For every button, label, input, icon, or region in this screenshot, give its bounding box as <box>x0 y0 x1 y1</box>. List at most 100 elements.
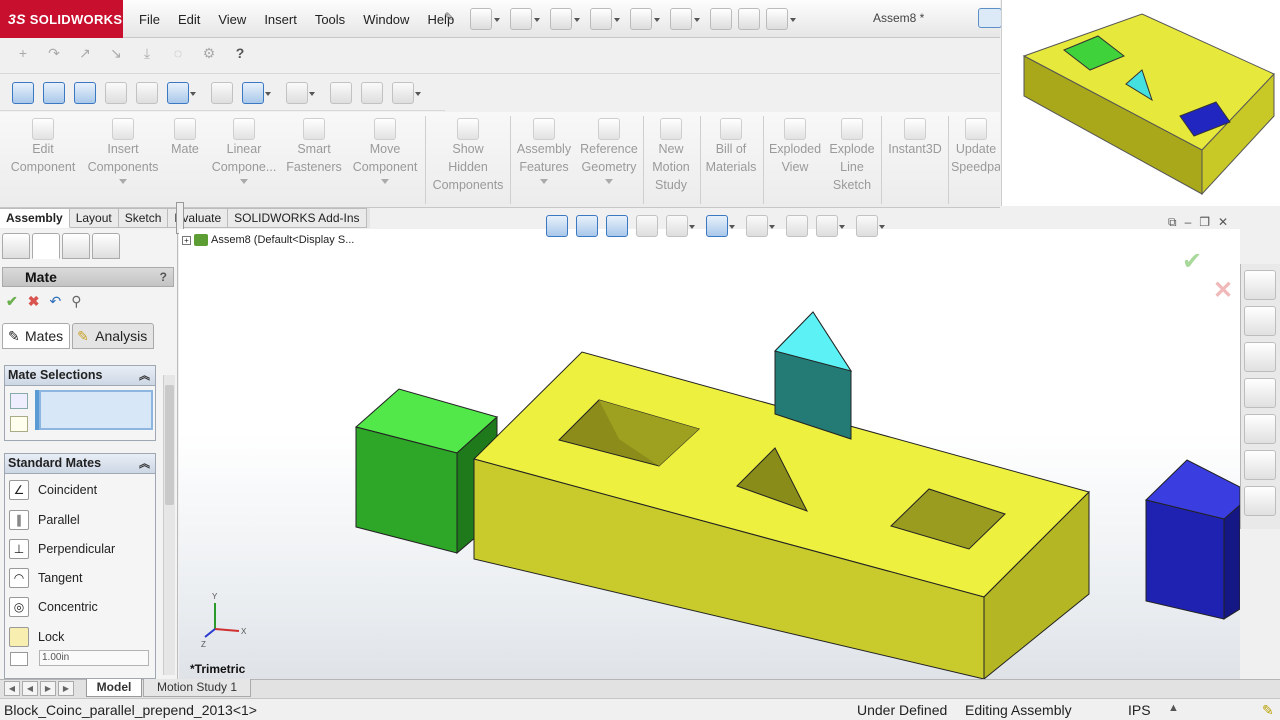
save-icon[interactable] <box>550 8 580 30</box>
feature-tree-flyout[interactable]: + Assem8 (Default<Display S... <box>182 234 354 246</box>
multiple-mate-icon[interactable] <box>10 416 28 432</box>
appearances-icon[interactable] <box>1244 414 1276 444</box>
prev-tab-icon[interactable]: ◀ <box>22 681 38 696</box>
assembly-features-button[interactable]: Assembly Features <box>512 118 576 204</box>
tab-addins[interactable]: SOLIDWORKS Add-Ins <box>228 208 367 228</box>
scrollbar-thumb[interactable] <box>165 385 174 505</box>
units-chevron-icon[interactable]: ▲ <box>1168 702 1179 714</box>
reference-geometry-button[interactable]: Reference Geometry <box>578 118 640 204</box>
display-manager-tab-icon[interactable] <box>92 233 120 259</box>
zoom-to-fit-icon[interactable] <box>12 81 34 104</box>
chevron-down-icon[interactable] <box>240 179 248 188</box>
folder-icon[interactable] <box>1244 342 1276 372</box>
previous-view-icon[interactable] <box>74 81 96 104</box>
instant3d-button[interactable]: Instant3D <box>884 118 946 204</box>
cancel-x-icon[interactable]: ✕ <box>1213 276 1233 305</box>
view-orientation-icon[interactable] <box>167 81 196 104</box>
linear-pattern-button[interactable]: Linear Compone... <box>208 118 280 204</box>
search-help-icon[interactable] <box>978 8 1002 28</box>
status-units[interactable]: IPS <box>1128 702 1151 718</box>
mate-coincident[interactable]: ∠ Coincident <box>9 478 97 502</box>
menu-edit[interactable]: Edit <box>169 12 209 27</box>
help-icon[interactable]: ? <box>160 268 167 286</box>
mate-concentric[interactable]: ◎ Concentric <box>9 595 98 619</box>
feature-manager-tab-icon[interactable] <box>2 233 30 259</box>
smart-fasteners-button[interactable]: Smart Fasteners <box>284 118 344 204</box>
graphics-area[interactable]: Y X Z <box>179 229 1240 679</box>
pushpin-icon[interactable]: ⚲ <box>71 293 81 310</box>
options-icon[interactable] <box>766 8 796 30</box>
dynamic-annotation-icon[interactable] <box>136 81 158 104</box>
custom-properties-icon[interactable] <box>1244 450 1276 480</box>
circle-tool-icon[interactable]: ◌ <box>167 45 189 67</box>
undo-icon[interactable]: ↶ <box>49 293 61 310</box>
tab-mates[interactable]: ✎ Mates <box>2 323 71 349</box>
home-icon[interactable] <box>1244 270 1276 300</box>
display-style-icon[interactable] <box>706 215 735 237</box>
zoom-to-fit-icon[interactable] <box>546 215 568 237</box>
rebuild-status-icon[interactable]: ✎ <box>1262 702 1274 719</box>
minimize-icon[interactable]: – <box>1185 215 1192 230</box>
select-icon[interactable] <box>670 8 700 30</box>
tile-icon[interactable]: ⧉ <box>1168 215 1177 230</box>
hide-show-icon[interactable] <box>286 81 315 104</box>
cancel-x-icon[interactable]: ✖ <box>28 293 40 310</box>
open-icon[interactable] <box>510 8 540 30</box>
tab-analysis[interactable]: ✎ Analysis <box>72 323 155 349</box>
view-orientation-icon[interactable] <box>666 215 695 237</box>
mate-lock[interactable]: Lock <box>9 625 64 649</box>
assembly-model[interactable]: Y X Z <box>179 229 1240 679</box>
mate-perpendicular[interactable]: ⊥ Perpendicular <box>9 537 115 561</box>
tab-model[interactable]: Model <box>86 679 142 697</box>
pin-icon[interactable]: ✎ <box>444 10 458 26</box>
new-document-icon[interactable] <box>470 8 500 30</box>
menu-tools[interactable]: Tools <box>306 12 354 27</box>
menu-insert[interactable]: Insert <box>255 12 306 27</box>
chevron-down-icon[interactable] <box>381 179 389 188</box>
crosshair-icon[interactable]: + <box>12 45 34 67</box>
display-style-icon[interactable] <box>242 81 271 104</box>
scene-icon[interactable] <box>816 215 845 237</box>
zoom-area-icon[interactable] <box>43 81 65 104</box>
zoom-out-icon[interactable] <box>211 81 233 104</box>
insert-components-button[interactable]: Insert Components <box>84 118 162 204</box>
mate-tangent[interactable]: ◠ Tangent <box>9 566 82 590</box>
chevron-down-icon[interactable] <box>605 179 613 188</box>
section-view-icon[interactable] <box>105 81 127 104</box>
down-arrow-icon[interactable]: ⤓ <box>136 45 158 67</box>
ok-check-icon[interactable]: ✔ <box>6 293 18 310</box>
show-hidden-components-button[interactable]: Show Hidden Components <box>428 118 508 204</box>
mate-button[interactable]: Mate <box>166 118 204 204</box>
appearance-icon[interactable] <box>786 215 808 237</box>
hide-show-icon[interactable] <box>746 215 775 237</box>
close-icon[interactable]: ✕ <box>1218 215 1228 230</box>
explode-line-sketch-button[interactable]: Explode Line Sketch <box>826 118 878 204</box>
restore-icon[interactable]: ❐ <box>1199 215 1210 230</box>
tab-motion-study[interactable]: Motion Study 1 <box>143 679 251 697</box>
configuration-manager-tab-icon[interactable] <box>62 233 90 259</box>
appearance-icon[interactable] <box>330 81 352 104</box>
mate-selection-box[interactable] <box>39 390 153 430</box>
update-speedpak-button[interactable]: Update Speedpa <box>952 118 1000 204</box>
resources-icon[interactable] <box>1244 306 1276 336</box>
tab-assembly[interactable]: Assembly <box>0 208 70 228</box>
help-question-icon[interactable]: ? <box>229 45 251 67</box>
line-icon[interactable]: ↗ <box>74 45 96 67</box>
scene-icon[interactable] <box>361 81 383 104</box>
expand-icon[interactable]: + <box>182 235 191 245</box>
collapse-chevron-icon[interactable]: ︽ <box>139 367 150 386</box>
exploded-view-button[interactable]: Exploded View <box>766 118 824 204</box>
arc-icon[interactable]: ↷ <box>43 45 65 67</box>
menu-window[interactable]: Window <box>354 12 418 27</box>
tab-layout[interactable]: Layout <box>69 208 119 228</box>
tab-sketch[interactable]: Sketch <box>118 208 169 228</box>
print-icon[interactable] <box>590 8 620 30</box>
chevron-down-icon[interactable] <box>119 179 127 188</box>
next-tab-icon[interactable]: ▶ <box>40 681 56 696</box>
new-motion-study-button[interactable]: New Motion Study <box>646 118 696 204</box>
view-settings-icon[interactable] <box>856 215 885 237</box>
panel-scrollbar[interactable] <box>163 375 175 675</box>
mate-parallel[interactable]: ∥ Parallel <box>9 508 80 532</box>
gear-settings-icon[interactable]: ⚙ <box>198 45 220 67</box>
move-component-button[interactable]: Move Component <box>348 118 422 204</box>
